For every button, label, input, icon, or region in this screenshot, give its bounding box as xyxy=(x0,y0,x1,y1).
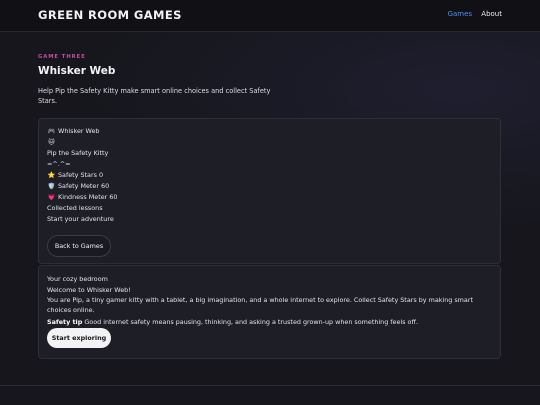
heart-icon: 💗 xyxy=(47,194,56,201)
main-nav: Games About xyxy=(441,10,502,18)
story-intro: You are Pip, a tiny gamer kitty with a t… xyxy=(47,296,473,314)
kindness-meter-value: Kindness Meter 60 xyxy=(58,193,118,201)
cat-face-icon: 🐱 xyxy=(48,139,55,146)
start-exploring-button[interactable]: Start exploring xyxy=(47,328,111,348)
start-adventure-label: Start your adventure xyxy=(47,215,114,223)
footer-divider xyxy=(0,385,540,386)
shield-icon: 🛡️ xyxy=(47,183,56,190)
cat-icon-row: 🐱 xyxy=(47,138,58,146)
nav-link-about[interactable]: About xyxy=(481,10,502,18)
star-icon: ⭐ xyxy=(47,172,56,179)
safety-stars-row: ⭐ Safety Stars 0 xyxy=(47,171,103,179)
nav-link-games[interactable]: Games xyxy=(448,10,473,18)
kindness-meter-row: 💗 Kindness Meter 60 xyxy=(47,193,118,201)
page-title: Whisker Web xyxy=(38,65,116,77)
character-ascii-face: =^.^= xyxy=(47,160,71,168)
safety-tip: Safety tip Good internet safety means pa… xyxy=(47,318,495,328)
game-description: Help Pip the Safety Kitty make smart onl… xyxy=(38,87,271,105)
game-controller-icon: 🎮 xyxy=(47,128,56,135)
back-to-games-button[interactable]: Back to Games xyxy=(47,235,111,257)
brand-logo-text[interactable]: GREEN ROOM GAMES xyxy=(38,8,182,22)
location-label: Your cozy bedroom xyxy=(47,275,108,283)
character-name: Pip the Safety Kitty xyxy=(47,149,109,157)
safety-meter-value: Safety Meter 60 xyxy=(58,182,110,190)
top-navigation-bar: GREEN ROOM GAMES Games About xyxy=(0,0,540,32)
story-card: Your cozy bedroom Welcome to Whisker Web… xyxy=(38,265,501,359)
safety-meter-row: 🛡️ Safety Meter 60 xyxy=(47,182,110,190)
safety-tip-text: Good internet safety means pausing, thin… xyxy=(84,318,418,326)
game-name-row: 🎮 Whisker Web xyxy=(47,127,100,135)
collected-lessons-label: Collected lessons xyxy=(47,204,103,212)
game-status-card: 🎮 Whisker Web 🐱 Pip the Safety Kitty =^.^… xyxy=(38,118,501,264)
safety-tip-label: Safety tip xyxy=(47,318,83,326)
welcome-heading: Welcome to Whisker Web! xyxy=(47,286,131,294)
safety-stars-value: Safety Stars 0 xyxy=(58,171,104,179)
game-name-label: Whisker Web xyxy=(58,127,100,135)
game-eyebrow-label: GAME THREE xyxy=(38,54,86,60)
